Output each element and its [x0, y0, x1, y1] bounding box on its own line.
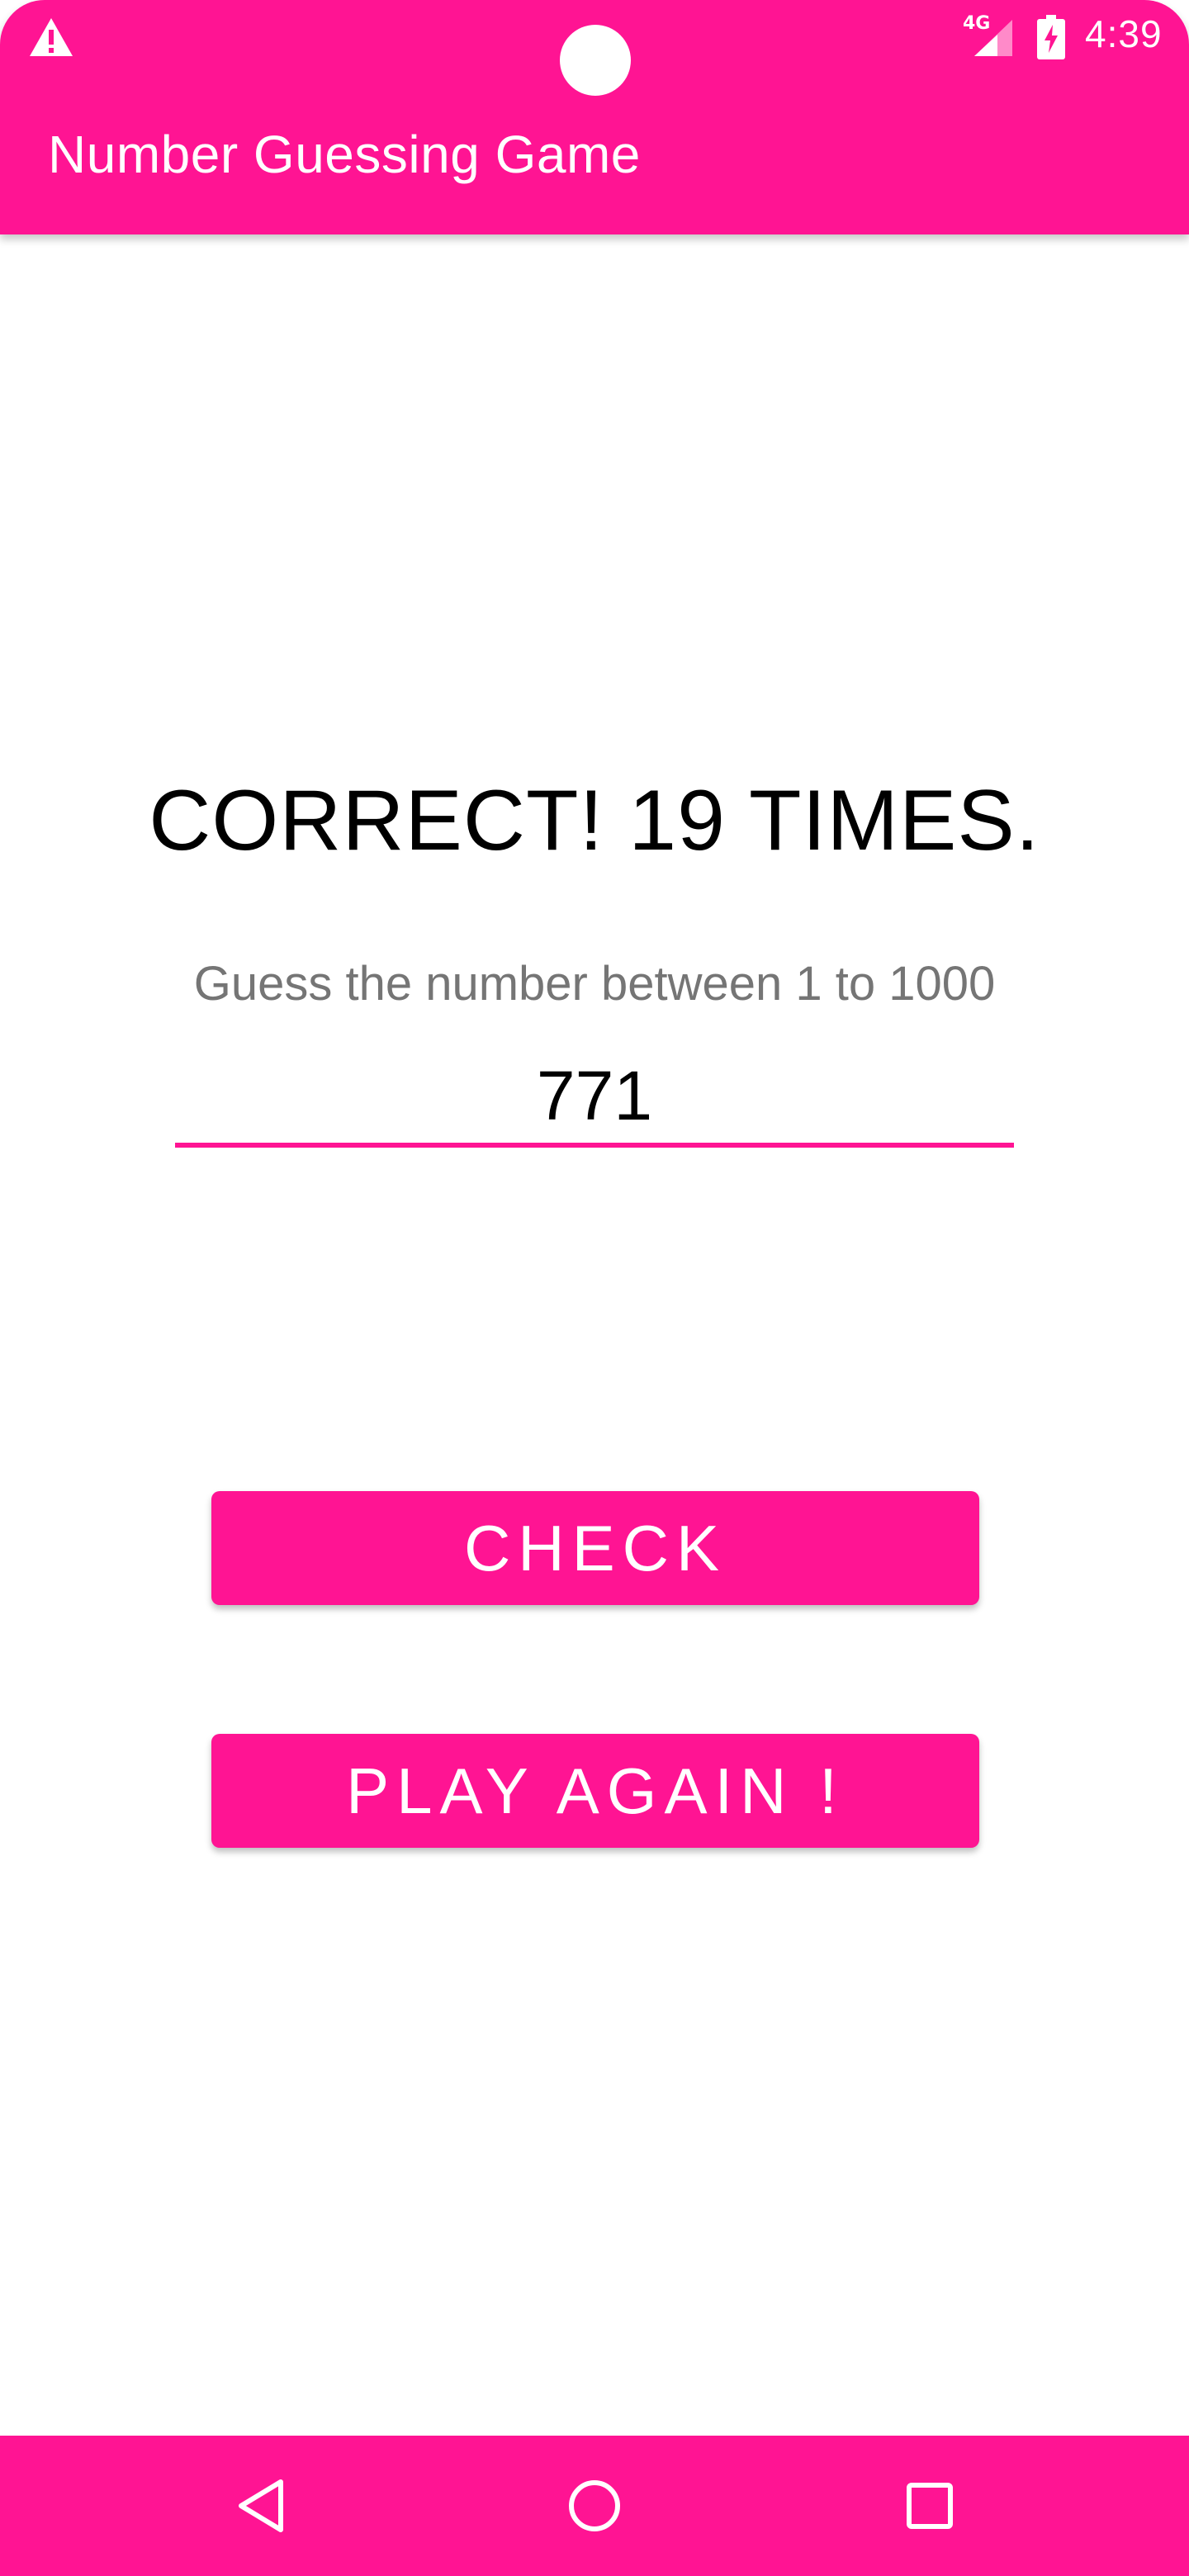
battery-charging-icon [1037, 15, 1065, 59]
nav-recents-button[interactable] [864, 2436, 996, 2576]
status-bar: 4G 4:39 [0, 0, 1189, 96]
signal-icon [974, 20, 1012, 56]
screen: 4G 4:39 Number Guessing Game CORRECT! 19… [0, 0, 1189, 2576]
nav-back-button[interactable] [195, 2436, 327, 2576]
nav-home-button[interactable] [528, 2436, 661, 2576]
status-time: 4:39 [1085, 12, 1163, 55]
warning-icon [30, 18, 73, 56]
guess-hint: Guess the number between 1 to 1000 [193, 957, 996, 1011]
result-message: CORRECT! 19 TIMES. [149, 773, 1040, 869]
camera-cutout [560, 25, 631, 96]
navigation-bar [0, 2436, 1189, 2576]
home-icon [569, 2480, 620, 2531]
back-icon [239, 2479, 283, 2532]
app-header: 4G 4:39 Number Guessing Game [0, 0, 1189, 234]
recents-icon [907, 2483, 953, 2529]
app-title: Number Guessing Game [48, 125, 641, 184]
play-again-button[interactable]: PLAY AGAIN ! [211, 1734, 979, 1848]
check-button[interactable]: CHECK [211, 1491, 979, 1605]
guess-input[interactable] [175, 1049, 1014, 1148]
